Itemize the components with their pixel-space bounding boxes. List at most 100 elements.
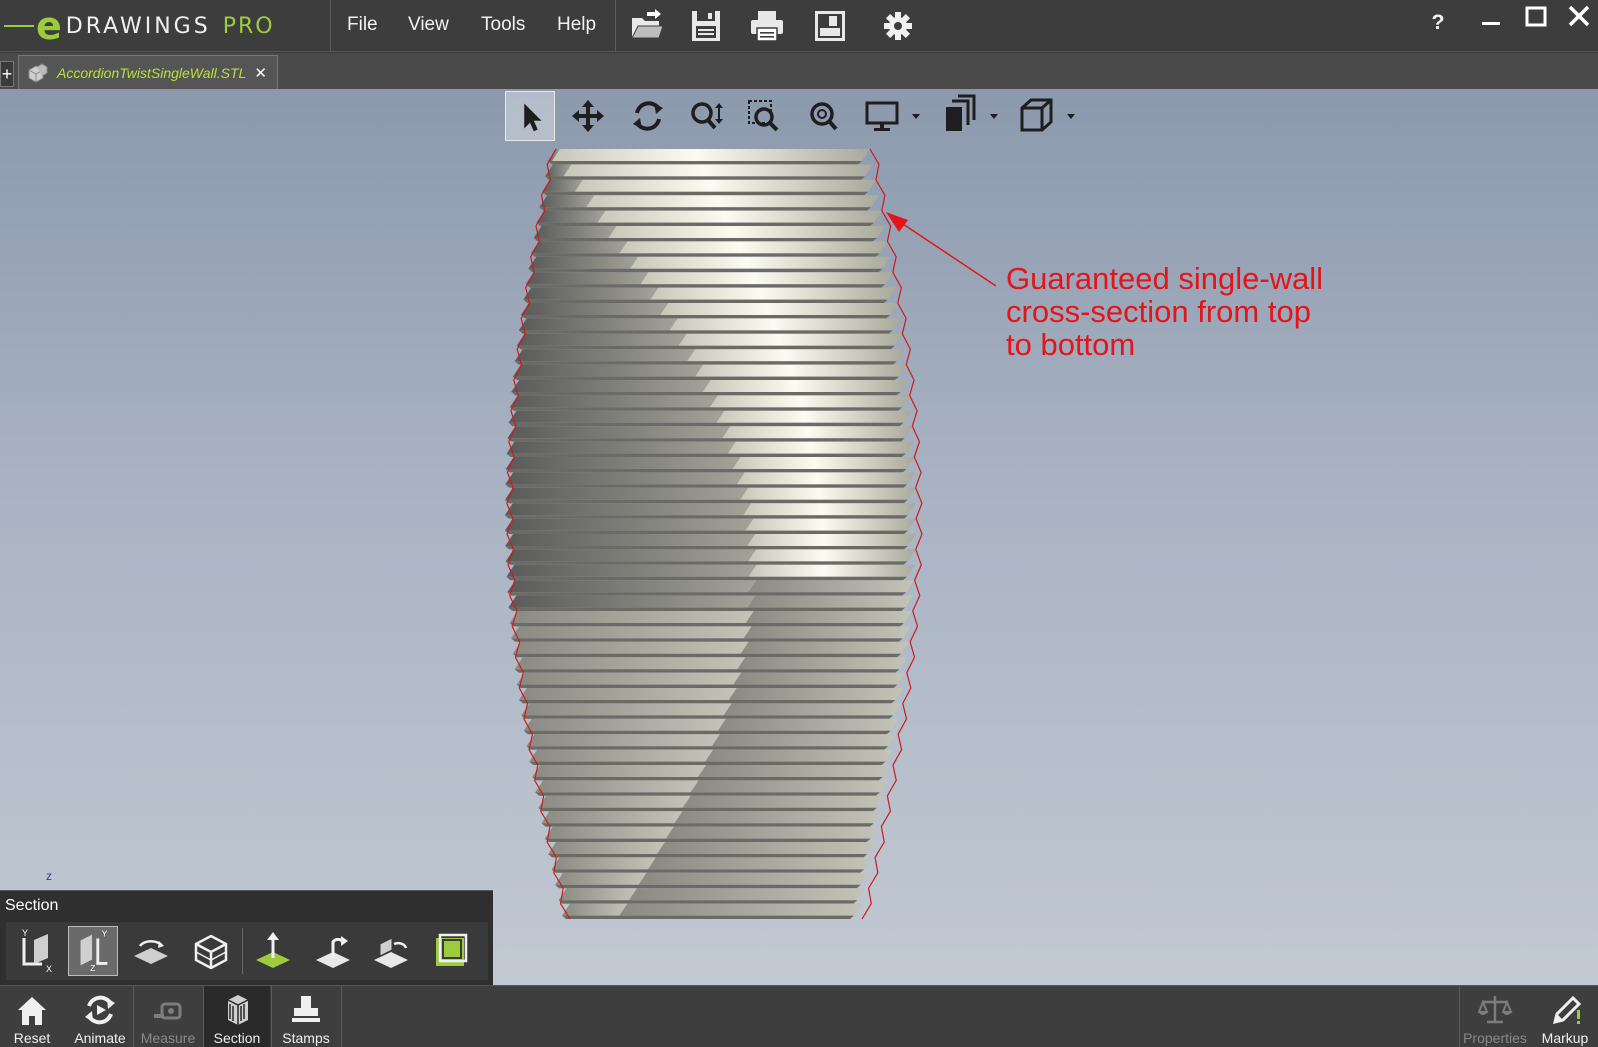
model-strip <box>702 380 909 393</box>
model-groove <box>507 438 905 442</box>
section-rotate-icon[interactable] <box>308 926 358 976</box>
model-groove <box>505 561 908 565</box>
document-tab-bar: + AccordionTwistSingleWall.STL ✕ <box>0 53 1598 89</box>
pan-icon[interactable] <box>563 91 613 141</box>
maximize-icon[interactable] <box>1518 4 1554 30</box>
section-render-icon[interactable] <box>426 926 476 976</box>
model-strip <box>525 272 649 285</box>
section-cap-icon[interactable] <box>186 926 236 976</box>
menu-view[interactable]: View <box>408 14 449 36</box>
views-icon[interactable] <box>935 91 985 141</box>
menu-help[interactable]: Help <box>557 14 596 36</box>
measure-label: Measure <box>140 1030 196 1046</box>
model-strip <box>722 426 913 439</box>
3d-viewport[interactable]: Guaranteed single-wall cross-section fro… <box>0 89 1598 985</box>
select-icon[interactable] <box>505 91 555 141</box>
model-strip <box>516 333 687 346</box>
display-icon[interactable] <box>858 91 908 141</box>
print-icon[interactable] <box>749 8 785 44</box>
publish-icon[interactable] <box>812 8 848 44</box>
model-strip <box>504 503 752 516</box>
display-dropdown-icon[interactable] <box>911 113 921 121</box>
model-groove <box>505 484 908 488</box>
model-strip <box>717 718 899 731</box>
model-groove <box>538 807 877 812</box>
model-strip <box>647 857 873 870</box>
model-strip <box>505 549 757 562</box>
model-strip <box>678 333 903 346</box>
model-strip <box>505 534 756 547</box>
model-groove <box>529 761 886 765</box>
cube-view-dropdown-icon[interactable] <box>1066 113 1076 121</box>
model-groove <box>548 161 862 165</box>
model-strip <box>743 503 917 516</box>
model-strip <box>660 303 899 316</box>
model-strip <box>523 718 726 731</box>
model-groove <box>511 392 901 396</box>
menu-file[interactable]: File <box>347 14 378 36</box>
logo-edition: PRO <box>222 13 275 39</box>
model-strip <box>723 703 902 716</box>
model-strip <box>674 811 882 824</box>
help-icon[interactable]: ? <box>1420 8 1456 34</box>
document-tab[interactable]: AccordionTwistSingleWall.STL ✕ <box>18 55 278 89</box>
model-strip <box>511 380 711 393</box>
model-groove <box>514 361 897 365</box>
section-xy-plane-icon[interactable]: Y X <box>12 926 62 976</box>
stamps-icon <box>292 996 320 1022</box>
model-strip <box>533 226 617 239</box>
reset-button[interactable]: Reset <box>0 986 64 1047</box>
zoom-to-fit-icon[interactable] <box>799 91 849 141</box>
open-icon[interactable] <box>629 8 665 44</box>
model-groove <box>545 176 866 180</box>
settings-icon[interactable] <box>880 8 916 44</box>
new-tab-button[interactable]: + <box>0 61 14 87</box>
model-strip <box>530 241 628 254</box>
measure-button[interactable]: Measure <box>134 986 202 1047</box>
model-strip <box>520 303 669 316</box>
logo-e: e <box>36 4 62 48</box>
model-strip <box>562 903 628 916</box>
cube-view-icon[interactable] <box>1012 91 1062 141</box>
minimize-icon[interactable] <box>1473 4 1509 30</box>
section-flip-icon[interactable] <box>248 926 298 976</box>
model-strip <box>511 626 752 639</box>
section-zx-plane-icon[interactable] <box>126 926 176 976</box>
section-move-icon[interactable] <box>366 926 416 976</box>
views-dropdown-icon[interactable] <box>989 113 999 121</box>
annotation-callout: Guaranteed single-wall cross-section fro… <box>1006 261 1324 362</box>
model-strip <box>518 688 737 701</box>
model-strip <box>518 318 678 331</box>
section-button[interactable]: Section <box>204 986 270 1047</box>
model-strip <box>619 903 862 916</box>
rotate-icon[interactable] <box>623 91 673 141</box>
section-panel-title: Section <box>5 897 59 914</box>
markup-button[interactable]: Markup <box>1532 986 1598 1047</box>
properties-button[interactable]: Properties <box>1460 986 1530 1047</box>
document-tab-label: AccordionTwistSingleWall.STL <box>57 64 247 81</box>
stamps-button[interactable]: Stamps <box>272 986 340 1047</box>
model-groove <box>514 669 900 673</box>
model-groove <box>516 684 898 688</box>
model-strip <box>505 472 745 485</box>
model-groove <box>523 299 888 303</box>
zoom-icon[interactable] <box>681 91 731 141</box>
section-yz-plane-icon[interactable]: Y Z <box>68 926 118 976</box>
app-logo: e DRAWINGS PRO <box>4 6 322 46</box>
model-groove <box>523 730 891 735</box>
model-groove <box>520 315 891 319</box>
menu-tools[interactable]: Tools <box>481 14 525 36</box>
model-groove <box>541 823 874 827</box>
model-groove <box>562 915 854 919</box>
model-strip <box>538 795 691 808</box>
annotation-arrow-line <box>899 221 997 287</box>
close-tab-icon[interactable]: ✕ <box>254 64 267 82</box>
zoom-to-area-icon[interactable] <box>740 91 790 141</box>
divider <box>330 0 331 52</box>
model-strip <box>523 287 659 300</box>
save-icon[interactable] <box>688 8 724 44</box>
model-groove <box>530 253 880 257</box>
model-strip <box>747 595 914 608</box>
close-icon[interactable] <box>1561 4 1597 30</box>
animate-button[interactable]: Animate <box>68 986 132 1047</box>
